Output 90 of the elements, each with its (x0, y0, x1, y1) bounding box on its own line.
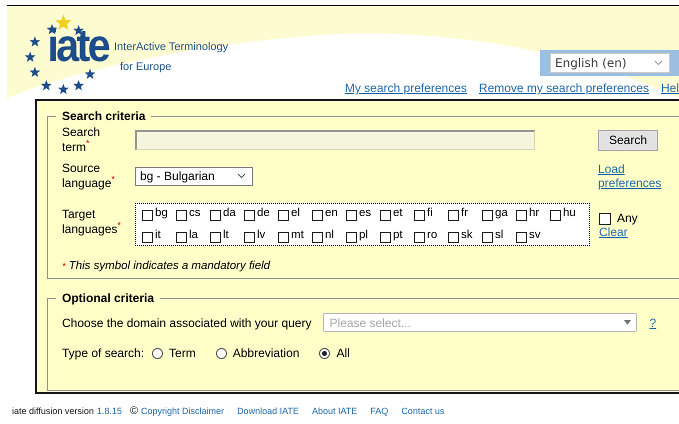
checkbox[interactable] (516, 232, 527, 242)
checkbox[interactable] (278, 232, 289, 242)
chevron-down-icon (237, 173, 246, 179)
checkbox[interactable] (244, 210, 255, 221)
chevron-down-icon (654, 60, 663, 66)
checkbox-label: de (257, 208, 270, 219)
checkbox-label: nl (325, 230, 334, 240)
radio-button[interactable] (152, 348, 164, 358)
checkbox-label: sl (495, 230, 504, 240)
checkbox[interactable] (142, 232, 153, 242)
help-link[interactable]: ? (649, 316, 656, 330)
radio-button[interactable] (216, 348, 227, 358)
checkbox[interactable] (278, 210, 289, 221)
checkbox-label: fr (461, 208, 468, 219)
checkbox[interactable] (550, 210, 561, 221)
checkbox-label: es (359, 208, 372, 219)
checkbox-label: el (291, 208, 300, 219)
checkbox[interactable] (176, 210, 187, 221)
section-title: Search criteria (61, 109, 146, 123)
checkbox-label: sk (461, 230, 472, 240)
clear-link[interactable]: Clear (599, 224, 669, 238)
checkbox[interactable] (346, 232, 357, 242)
tagline: for Europe (119, 60, 172, 75)
checkbox-label: Any (617, 210, 638, 224)
radio-button[interactable] (319, 348, 330, 358)
tagline: InterActive Terminology (114, 40, 228, 55)
field-label: Choose the domain associated with your query (62, 316, 312, 330)
footer-link[interactable]: About IATE (312, 406, 358, 417)
footer-link[interactable]: Download IATE (237, 406, 299, 417)
checkbox-label: hr (529, 208, 540, 219)
checkbox-label: ga (495, 208, 508, 219)
field-label: Type of search: (62, 346, 144, 360)
language-select[interactable]: English (en) (550, 53, 670, 73)
checkbox-label: et (393, 208, 403, 219)
load-preferences-link[interactable]: Load preferences (598, 162, 668, 190)
checkbox[interactable] (482, 210, 493, 221)
checkbox[interactable] (482, 232, 493, 242)
checkbox-label: ro (427, 230, 438, 240)
checkbox-label: lv (257, 230, 266, 240)
checkbox[interactable] (448, 210, 459, 221)
checkbox[interactable] (414, 210, 425, 221)
checkbox[interactable] (414, 232, 425, 242)
checkbox-label: la (189, 230, 198, 240)
radio-label: Abbreviation (232, 346, 300, 360)
copyright-symbol: © (130, 406, 138, 417)
version-label: iate diffusion version (12, 406, 94, 417)
footer-link[interactable]: Copyright Disclaimer (141, 406, 224, 417)
search-button[interactable]: Search (598, 130, 658, 150)
checkbox[interactable] (516, 210, 527, 221)
checkbox-label: pt (393, 230, 403, 240)
header-link[interactable]: My search preferences (344, 81, 467, 97)
radio-label: All (336, 346, 350, 360)
radio-label: Term (169, 346, 196, 360)
caret-down-icon (624, 320, 632, 325)
checkbox[interactable] (312, 232, 323, 242)
logo-text: iate (47, 22, 108, 68)
footer-link[interactable]: FAQ (370, 406, 388, 417)
checkbox[interactable] (176, 232, 187, 242)
checkbox[interactable] (312, 210, 323, 221)
footer-link[interactable]: Contact us (401, 406, 444, 417)
checkbox[interactable] (142, 210, 153, 221)
checkbox[interactable] (448, 232, 459, 242)
checkbox[interactable] (210, 232, 221, 242)
checkbox[interactable] (346, 210, 357, 221)
field-label: Source language$^{*}$ (62, 161, 116, 191)
checkbox-label: it (155, 230, 161, 240)
checkbox-label: fi (427, 208, 433, 219)
checkbox[interactable] (380, 232, 391, 242)
checkbox[interactable] (599, 212, 611, 224)
header-link[interactable]: Remove my search preferences (478, 81, 649, 97)
checkbox-label: bg (155, 208, 168, 219)
section-title: Optional criteria (61, 291, 156, 305)
field-label: Search term$^{*}$ (62, 125, 102, 155)
checkbox[interactable] (210, 210, 221, 221)
header-link[interactable]: Hel (660, 81, 679, 97)
checkbox-label: pl (359, 230, 368, 240)
checkbox-label: da (223, 208, 236, 219)
checkbox[interactable] (244, 232, 255, 242)
checkbox-label: hu (563, 208, 576, 219)
version-number: 1.8.15 (96, 406, 122, 417)
mandatory-note: * This symbol indicates a mandatory field (62, 260, 272, 272)
checkbox-label: en (325, 208, 338, 219)
checkbox-label: sv (529, 230, 540, 240)
checkbox-label: lt (223, 230, 229, 240)
source-language-select[interactable]: bg - Bulgarian (135, 166, 253, 186)
search-term-field[interactable] (135, 130, 535, 150)
field-label: Target languages$^{*}$ (62, 206, 122, 236)
checkbox-label: cs (189, 208, 200, 219)
checkbox[interactable] (380, 210, 391, 221)
checkbox-label: mt (291, 230, 304, 240)
